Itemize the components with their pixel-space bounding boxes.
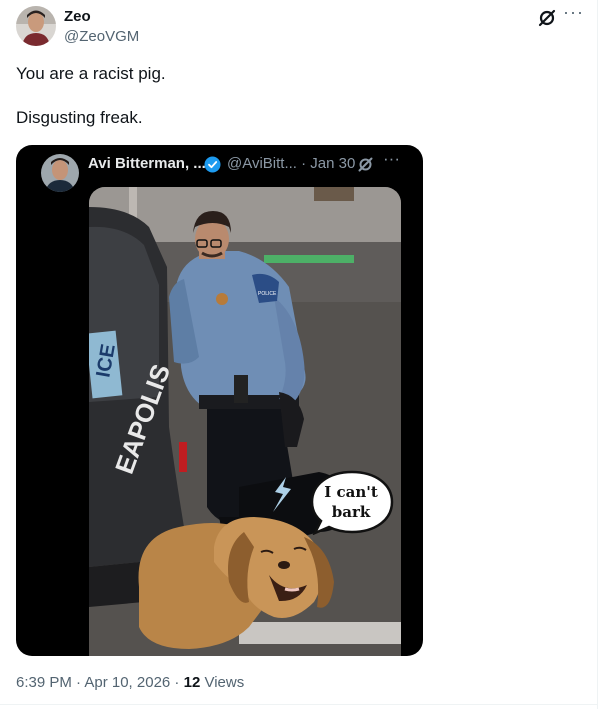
police-patch-text: POLICE xyxy=(258,291,277,297)
verified-badge-icon xyxy=(204,156,221,173)
grok-icon[interactable] xyxy=(537,8,557,28)
tweet-text: You are a racist pig. Disgusting freak. xyxy=(16,64,576,128)
quoted-author-name[interactable]: Avi Bitterman, ... xyxy=(88,155,206,172)
quoted-author-handle-and-date[interactable]: @AviBitt... · Jan 30 xyxy=(227,155,355,172)
views-count[interactable]: 12 xyxy=(184,674,201,691)
quoted-date[interactable]: · Jan 30 xyxy=(301,155,355,172)
speech-bubble-text: I can't bark xyxy=(315,482,387,522)
more-options-button[interactable]: ··· xyxy=(563,2,584,23)
speech-line: bark xyxy=(331,503,371,521)
tweet-text-line: You are a racist pig. xyxy=(16,64,166,83)
speech-line: I can't xyxy=(324,483,378,501)
tweet-text-line: Disgusting freak. xyxy=(16,108,143,127)
views-label[interactable]: Views xyxy=(200,674,244,691)
quoted-author-handle[interactable]: @AviBitt... xyxy=(227,155,297,172)
quoted-tweet-image[interactable]: ICE EAPOLIS POLICE I can't bark xyxy=(89,187,401,656)
author-avatar[interactable] xyxy=(16,6,56,46)
grok-icon[interactable] xyxy=(357,156,374,173)
author-handle[interactable]: @ZeoVGM xyxy=(64,28,139,46)
column-divider xyxy=(597,0,598,709)
tweet-bottom-border xyxy=(0,704,598,705)
meta-separator: · xyxy=(170,674,184,691)
timestamp[interactable]: 6:39 PM · Apr 10, 2026 xyxy=(16,674,170,691)
quoted-author-avatar[interactable] xyxy=(41,154,79,192)
quoted-more-options-button[interactable]: ··· xyxy=(383,149,400,169)
tweet-meta: 6:39 PM · Apr 10, 2026 · 12 Views xyxy=(16,674,244,691)
author-name[interactable]: Zeo xyxy=(64,8,91,26)
quoted-tweet-card[interactable]: Avi Bitterman, ... @AviBitt... · Jan 30 … xyxy=(16,145,423,656)
